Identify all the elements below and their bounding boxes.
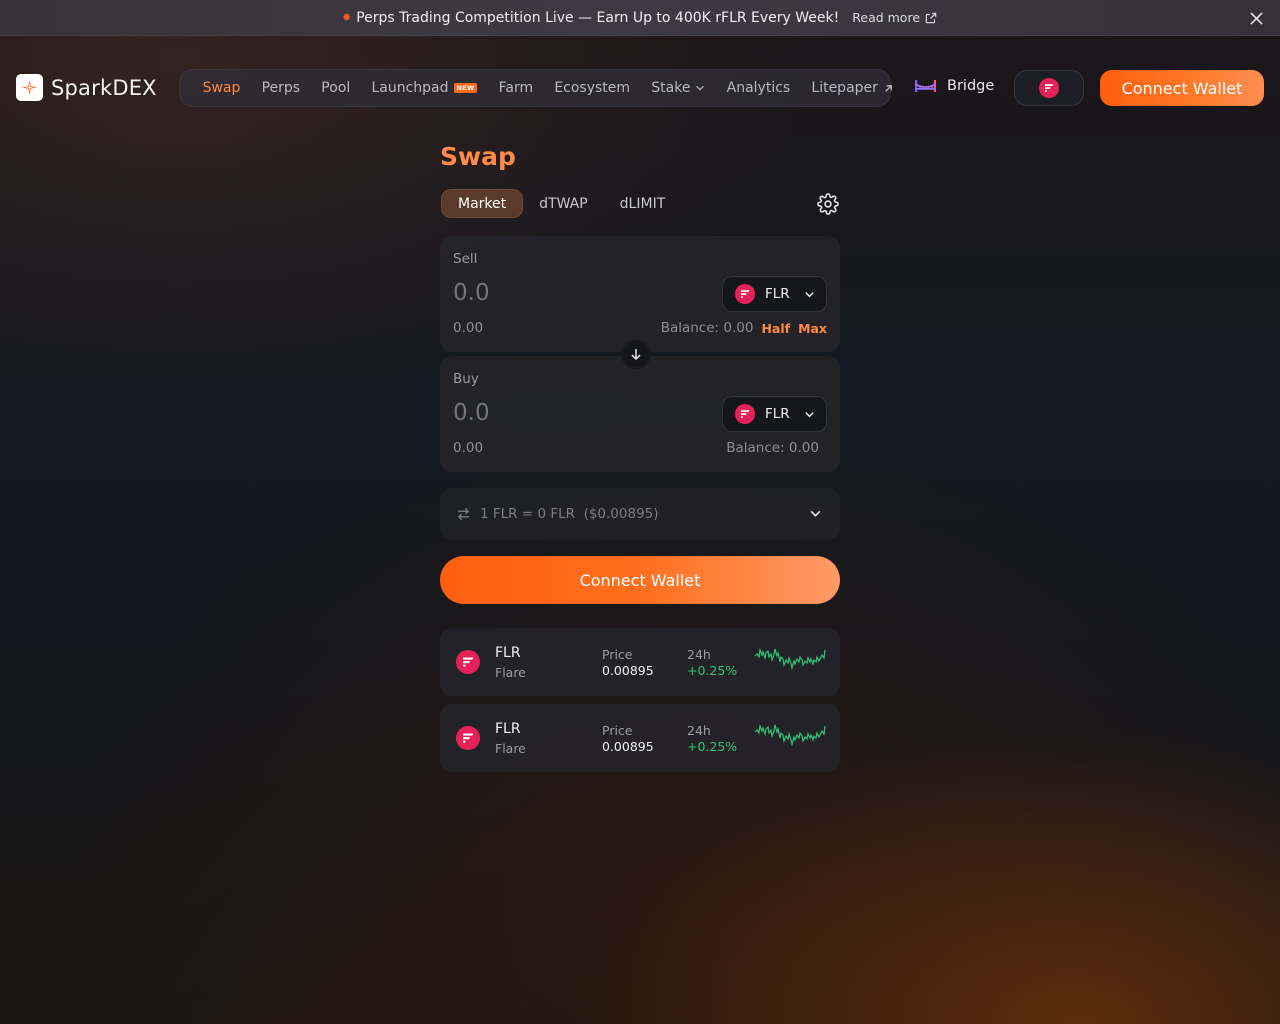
price-label: Price xyxy=(602,647,633,662)
price-sparkline xyxy=(754,723,826,747)
page-title: Swap xyxy=(440,142,516,171)
nav-label: Perps xyxy=(261,80,301,96)
buy-usd-value: 0.00 xyxy=(453,440,484,456)
tab-market[interactable]: Market xyxy=(441,189,524,218)
buy-panel: Buy 0.00 FLR Balance: 0.00 xyxy=(440,356,840,472)
token-name: Flare xyxy=(495,741,526,756)
banner-text: Perps Trading Competition Live — Earn Up… xyxy=(356,9,840,26)
flare-icon xyxy=(735,284,755,304)
price-value: 0.00895 xyxy=(602,663,654,678)
sell-amount-input[interactable] xyxy=(453,280,693,306)
buy-token-selector[interactable]: FLR xyxy=(722,396,827,432)
token-card[interactable]: FLR Flare Price 0.00895 24h +0.25% xyxy=(440,704,840,772)
main-nav: Swap Perps Pool Launchpad NEW Farm Ecosys… xyxy=(179,69,892,107)
arrow-up-right-icon xyxy=(885,84,892,92)
token-symbol: FLR xyxy=(495,645,521,661)
flare-icon xyxy=(456,650,480,674)
sell-token-symbol: FLR xyxy=(765,286,790,302)
nav-item-swap[interactable]: Swap xyxy=(192,80,251,96)
arrow-down-icon xyxy=(631,349,641,360)
buy-token-symbol: FLR xyxy=(765,406,790,422)
exchange-rate-panel[interactable]: 1 FLR = 0 FLR ($0.00895) xyxy=(440,488,840,540)
chevron-down-icon xyxy=(810,510,821,517)
price-sparkline xyxy=(754,647,826,671)
nav-label: Litepaper xyxy=(811,80,878,96)
buy-balance: Balance: 0.00 xyxy=(726,440,819,456)
sell-label: Sell xyxy=(453,251,478,267)
flare-icon xyxy=(1039,78,1059,98)
bridge-link[interactable]: Bridge xyxy=(914,78,994,94)
bridge-label: Bridge xyxy=(947,78,995,94)
read-more-link[interactable]: Read more xyxy=(852,10,938,25)
nav-item-analytics[interactable]: Analytics xyxy=(716,80,801,96)
nav-item-stake[interactable]: Stake xyxy=(641,80,716,96)
tab-dtwap[interactable]: dTWAP xyxy=(523,189,604,218)
close-banner-button[interactable] xyxy=(1246,8,1266,28)
price-value: 0.00895 xyxy=(602,739,654,754)
buy-balance-row: Balance: 0.00 xyxy=(726,440,819,456)
nav-label: Ecosystem xyxy=(554,80,631,96)
chevron-down-icon xyxy=(804,411,814,417)
nav-item-farm[interactable]: Farm xyxy=(488,80,544,96)
token-card[interactable]: FLR Flare Price 0.00895 24h +0.25% xyxy=(440,628,840,696)
tab-dlimit[interactable]: dLIMIT xyxy=(604,189,682,218)
brand-name: SparkDEX xyxy=(51,75,157,100)
buy-amount-input[interactable] xyxy=(453,400,693,426)
flare-icon xyxy=(735,404,755,424)
nav-label: Stake xyxy=(651,80,691,96)
swap-arrows-icon xyxy=(457,507,470,521)
change-label: 24h xyxy=(687,647,711,662)
flare-icon xyxy=(456,726,480,750)
change-value: +0.25% xyxy=(687,663,738,678)
change-label: 24h xyxy=(687,723,711,738)
nav-item-perps[interactable]: Perps xyxy=(251,80,311,96)
brand-logo[interactable]: SparkDEX xyxy=(16,74,157,101)
chevron-down-icon xyxy=(696,85,705,91)
chevron-down-icon xyxy=(804,291,814,297)
new-badge: NEW xyxy=(453,83,478,93)
sell-balance: Balance: 0.00 xyxy=(660,320,754,336)
nav-label: Farm xyxy=(498,80,534,96)
external-link-icon xyxy=(925,12,937,23)
flip-tokens-button[interactable] xyxy=(621,339,651,369)
nav-label: Swap xyxy=(202,80,241,96)
header-connect-wallet-button[interactable]: Connect Wallet xyxy=(1100,70,1264,106)
exchange-rate-text: 1 FLR = 0 FLR ($0.00895) xyxy=(480,506,659,522)
swap-mode-tabs: Market dTWAP dLIMIT xyxy=(441,189,681,218)
nav-label: Analytics xyxy=(726,80,791,96)
bridge-icon xyxy=(914,80,937,92)
nav-item-ecosystem[interactable]: Ecosystem xyxy=(544,80,641,96)
announcement-banner: ✸ Perps Trading Competition Live — Earn … xyxy=(0,0,1280,36)
read-more-label: Read more xyxy=(852,10,921,25)
price-label: Price xyxy=(602,723,633,738)
nav-label: Launchpad xyxy=(371,80,449,96)
nav-item-pool[interactable]: Pool xyxy=(311,80,361,96)
nav-label: Pool xyxy=(321,80,351,96)
sell-panel: Sell 0.00 FLR Balance: 0.00 Half Max xyxy=(440,236,840,352)
max-button[interactable]: Max xyxy=(798,321,827,336)
buy-label: Buy xyxy=(453,371,479,387)
spark-icon xyxy=(16,74,43,101)
close-icon xyxy=(1249,11,1263,25)
half-button[interactable]: Half xyxy=(761,321,790,336)
sell-token-selector[interactable]: FLR xyxy=(722,276,827,312)
network-selector[interactable] xyxy=(1014,70,1084,106)
token-name: Flare xyxy=(495,665,526,680)
nav-item-launchpad[interactable]: Launchpad NEW xyxy=(361,80,488,96)
token-symbol: FLR xyxy=(495,721,521,737)
gear-icon[interactable] xyxy=(817,193,839,215)
change-value: +0.25% xyxy=(687,739,738,754)
burst-icon: ✸ xyxy=(341,11,352,24)
sell-balance-row: Balance: 0.00 Half Max xyxy=(661,320,827,336)
connect-wallet-button[interactable]: Connect Wallet xyxy=(440,556,840,604)
nav-item-litepaper[interactable]: Litepaper xyxy=(801,80,905,96)
sell-usd-value: 0.00 xyxy=(453,320,484,336)
